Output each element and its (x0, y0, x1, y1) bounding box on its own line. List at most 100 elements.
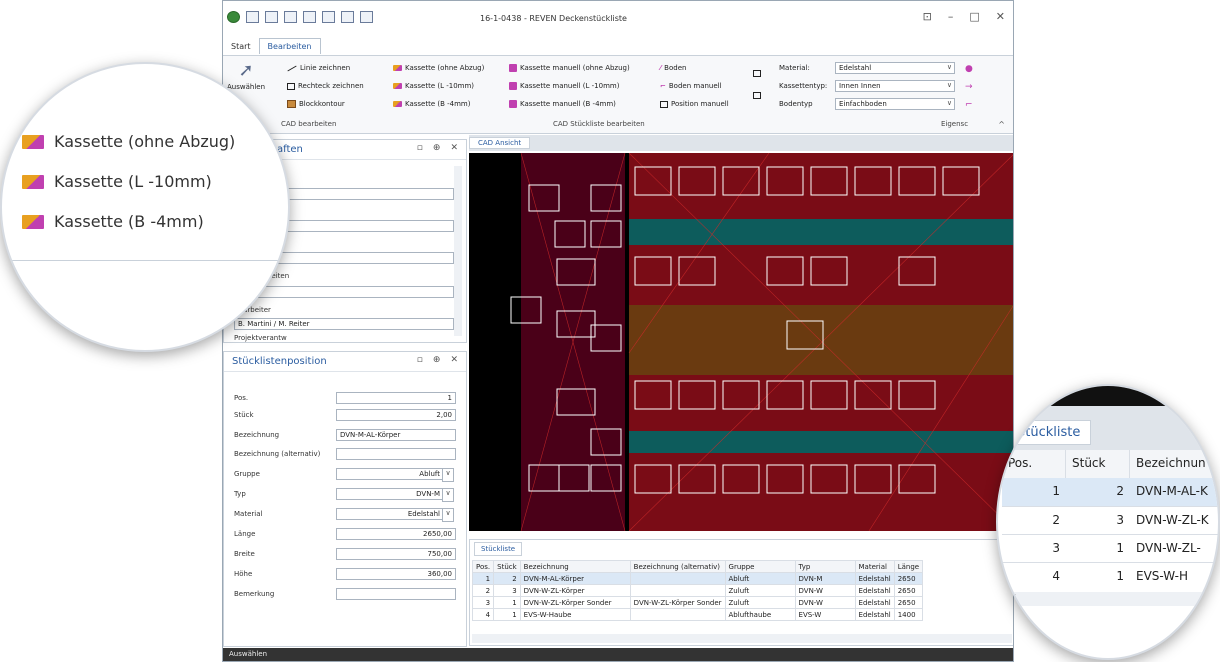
cell (629, 608, 726, 621)
field-value[interactable]: 750,00 (336, 548, 456, 560)
col-laenge[interactable]: Länge (893, 560, 924, 573)
boden-manuell-button[interactable]: ⌐ Boden manuell (660, 82, 722, 90)
field-value[interactable] (336, 588, 456, 600)
maximize-icon[interactable]: □ (969, 10, 979, 23)
field-value[interactable]: 1 (336, 392, 456, 404)
material-select[interactable]: Edelstahl (835, 62, 955, 74)
cad-drawing[interactable] (469, 153, 1014, 531)
field-label: Bezeichnung (alternativ) (234, 450, 321, 458)
field-label: Stück (234, 411, 254, 419)
close-panel-icon[interactable]: ✕ (450, 143, 458, 153)
properties-scrollbar[interactable] (454, 166, 462, 336)
tab-stueckliste[interactable]: Stückliste (474, 542, 523, 556)
table-row[interactable]: 23 DVN-W-ZL-Körper Zuluft DVN-W Edelstahl… (471, 584, 924, 597)
field-value[interactable]: 2650,00 (336, 528, 456, 540)
kassette-b-button[interactable]: Kassette (B -4mm) (393, 100, 471, 108)
zoom-cell: 4 (1052, 569, 1060, 583)
kassette-manuell-b-button[interactable]: Kassette manuell (B -4mm) (509, 100, 616, 108)
field-value[interactable] (336, 448, 456, 460)
float-icon[interactable]: ▫ (417, 143, 423, 153)
typ-dropdown[interactable]: DVN-M (336, 488, 454, 502)
besonderheiten-field[interactable] (234, 286, 454, 298)
block-button[interactable]: Blockkontour (287, 100, 345, 108)
color-icon[interactable]: ● (965, 64, 973, 74)
field-value[interactable]: 360,00 (336, 568, 456, 580)
kassettentyp-select[interactable]: Innen Innen (835, 80, 955, 92)
angle-icon[interactable]: ⌐ (965, 100, 973, 110)
b2-label: Boden manuell (668, 82, 722, 90)
cell: 3 (471, 596, 495, 609)
kassette-icon (22, 214, 44, 229)
kassette-ohne-button[interactable]: Kassette (ohne Abzug) (393, 64, 484, 72)
col-pos[interactable]: Pos. (471, 560, 495, 573)
arrow-icon[interactable]: → (965, 82, 973, 92)
zoom-cell: DVN-W-ZL- (1136, 541, 1201, 555)
kassette-manuell-l-button[interactable]: Kassette manuell (L -10mm) (509, 82, 619, 90)
cad-led-strip (629, 431, 1013, 453)
tab-bearbeiten[interactable]: Bearbeiten (258, 38, 321, 54)
pin-icon[interactable]: ⊕ (433, 355, 441, 365)
m1-label: Kassette manuell (ohne Abzug) (520, 64, 630, 72)
b3-label: Position manuell (671, 100, 729, 108)
tab-cad-ansicht[interactable]: CAD Ansicht (469, 137, 531, 149)
material-dropdown[interactable]: Edelstahl (336, 508, 454, 522)
cell (629, 572, 726, 585)
col-bezeichnung-alt[interactable]: Bezeichnung (alternativ) (629, 560, 726, 573)
close-panel-icon[interactable]: ✕ (450, 355, 458, 365)
cell: Abluft (724, 572, 796, 585)
zoom-cell: 3 (1116, 513, 1124, 527)
save-as-icon[interactable] (284, 11, 297, 23)
cell: Zuluft (724, 584, 796, 597)
zoom-col-stueck: Stück (1066, 450, 1130, 478)
select-button[interactable]: ➚ Auswählen (227, 60, 265, 91)
position-manuell-button[interactable]: Position manuell (660, 100, 729, 108)
table-row[interactable]: 41 EVS-W-Haube Ablufthaube EVS-W Edelstah… (471, 608, 924, 621)
mark-icon[interactable] (753, 70, 761, 77)
float-icon[interactable]: ▫ (417, 355, 423, 365)
field-label: Länge (234, 530, 256, 538)
cell: 1 (493, 596, 521, 609)
col-stueck[interactable]: Stück (493, 560, 521, 573)
col-gruppe[interactable]: Gruppe (724, 560, 796, 573)
zoom-row: 1 2 DVN-M-AL-K (1002, 478, 1218, 506)
print-icon[interactable] (322, 11, 335, 23)
col-typ[interactable]: Typ (794, 560, 856, 573)
export-icon[interactable] (360, 11, 373, 23)
cad-abluft-zone (629, 305, 1013, 375)
field-value[interactable]: DVN-M-AL-Körper (336, 429, 456, 441)
open-icon[interactable] (303, 11, 316, 23)
zoom-cell: 2 (1052, 513, 1060, 527)
bodentyp-label: Bodentyp (779, 100, 813, 108)
cad-canvas[interactable] (469, 153, 1014, 531)
line-button[interactable]: Linie zeichnen (287, 64, 350, 72)
minimize-icon[interactable]: – (948, 10, 954, 23)
bodentyp-select[interactable]: Einfachboden (835, 98, 955, 110)
col-material[interactable]: Material (854, 560, 895, 573)
restore-icon[interactable]: ⊡ (923, 10, 932, 23)
boden-icon: ⁄ (660, 64, 662, 72)
collapse-ribbon-icon[interactable]: ^ (998, 120, 1005, 129)
col-bezeichnung[interactable]: Bezeichnung (519, 560, 631, 573)
pin-icon[interactable]: ⊕ (433, 143, 441, 153)
kassette-l-button[interactable]: Kassette (L -10mm) (393, 82, 474, 90)
copy-icon[interactable] (341, 11, 354, 23)
close-icon[interactable]: ✕ (996, 10, 1005, 23)
table-row[interactable]: 31 DVN-W-ZL-Körper Sonder DVN-W-ZL-Körper… (471, 596, 924, 609)
zoom-scrollbar: < (1002, 592, 1218, 606)
m2-label: Kassette manuell (L -10mm) (520, 82, 620, 90)
bearbeiter-field[interactable]: B. Martini / M. Reiter (234, 318, 454, 330)
line-label: Linie zeichnen (300, 64, 351, 72)
rect-button[interactable]: Rechteck zeichnen (287, 82, 364, 90)
field-value[interactable]: 2,00 (336, 409, 456, 421)
table-row[interactable]: 12 DVN-M-AL-Körper Abluft DVN-M Edelstahl… (471, 572, 924, 585)
save-icon[interactable] (265, 11, 278, 23)
flag-icon[interactable] (753, 92, 761, 99)
boden-button[interactable]: ⁄ Boden (660, 64, 686, 72)
cell: 2650 (893, 584, 924, 597)
tab-start[interactable]: Start (223, 39, 259, 54)
new-icon[interactable] (246, 11, 259, 23)
gruppe-dropdown[interactable]: Abluft (336, 468, 454, 482)
kassette-manuell-ohne-button[interactable]: Kassette manuell (ohne Abzug) (509, 64, 630, 72)
cell (629, 584, 726, 597)
table-hscrollbar[interactable] (472, 634, 1012, 643)
